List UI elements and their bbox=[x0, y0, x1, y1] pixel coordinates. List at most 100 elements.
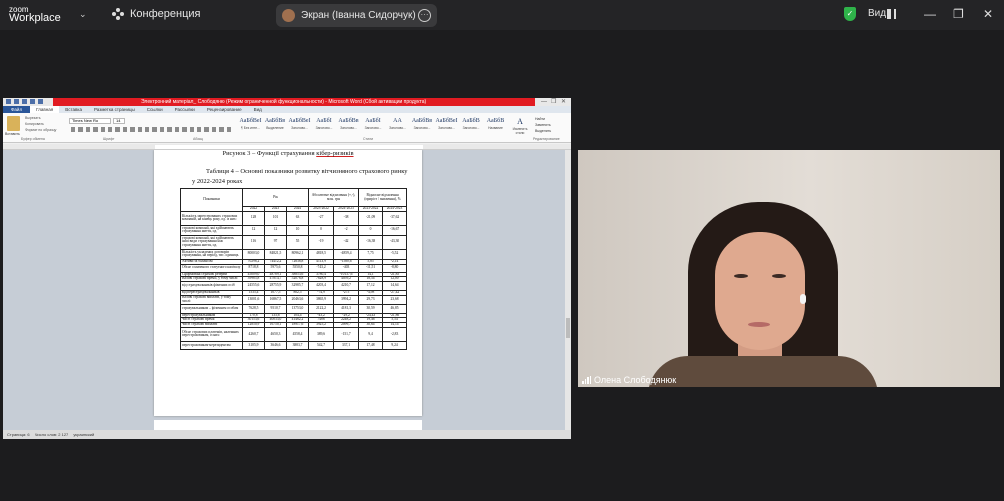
copy-button[interactable]: Копировать bbox=[25, 122, 44, 126]
security-shield-icon[interactable]: ✓ bbox=[844, 7, 856, 21]
row-label: перестраховикам-нерезидентам bbox=[180, 340, 243, 350]
paste-label[interactable]: Вставить bbox=[5, 132, 20, 136]
table-cell: 12 bbox=[264, 224, 287, 236]
word-minimize-icon[interactable]: — bbox=[541, 98, 547, 106]
table-cell: 0 bbox=[308, 224, 335, 236]
screen-share-pill[interactable]: Экран (Іванна Сидорчук) ··· bbox=[276, 4, 437, 27]
participants-icon bbox=[112, 8, 124, 20]
table-row: від страхувальників фізичних осіб 24555,6… bbox=[180, 281, 408, 292]
table-cell: -43,30 bbox=[382, 234, 408, 250]
participant-video[interactable]: Олена Слободянюк bbox=[578, 150, 1000, 387]
table-cell: 46,85 bbox=[382, 303, 408, 314]
share-label: Экран (Іванна Сидорчук) bbox=[301, 10, 416, 21]
tab-review[interactable]: Рецензирование bbox=[201, 106, 248, 113]
chevron-down-icon[interactable]: ⌄ bbox=[79, 9, 87, 20]
tab-references[interactable]: Ссылки bbox=[141, 106, 169, 113]
tab-home[interactable]: Главная bbox=[30, 106, 60, 113]
next-page[interactable] bbox=[154, 420, 422, 430]
quick-access-toolbar[interactable] bbox=[6, 99, 50, 105]
word-title-bar: Электронний матеріал_ Слободяню (Режим о… bbox=[3, 98, 571, 106]
view-button[interactable]: Вид bbox=[868, 8, 886, 19]
table-cell: 63 bbox=[285, 210, 310, 226]
format-painter-button[interactable]: Формат по образцу bbox=[25, 128, 56, 132]
style-item[interactable]: АаБбВв Заголово... bbox=[411, 116, 434, 136]
table-cell: 4818,5 bbox=[308, 248, 335, 260]
view-layout-icon[interactable] bbox=[887, 9, 896, 19]
table-row: перестраховикам-нерезидентам 3105,9 3646,6… bbox=[180, 340, 408, 350]
minimize-icon[interactable]: — bbox=[924, 7, 936, 21]
vertical-scrollbar[interactable] bbox=[565, 150, 571, 430]
group-editing: Редактирование bbox=[533, 137, 560, 141]
row-label: Обсяг страхових платежів, належних перес… bbox=[180, 326, 243, 342]
style-item[interactable]: АаБбВв Выделение bbox=[264, 116, 287, 136]
tab-insert[interactable]: Вставка bbox=[59, 106, 88, 113]
scroll-thumb[interactable] bbox=[566, 318, 570, 338]
table-cell: 12 bbox=[242, 224, 265, 236]
style-item[interactable]: АаБбВв Заголово... bbox=[337, 116, 360, 136]
row-label: Обсяг сплаченого статутного капіталу bbox=[180, 263, 243, 273]
style-item[interactable]: АаБбІ Заголово... bbox=[313, 116, 336, 136]
font-size-input[interactable]: 14 bbox=[113, 118, 125, 124]
table-cell: 128 bbox=[242, 210, 265, 226]
table-cell: 16867,5 bbox=[264, 295, 287, 305]
close-icon[interactable]: ✕ bbox=[983, 7, 993, 21]
table-cell: 8718,8 bbox=[242, 263, 265, 273]
word-window: Электронний матеріал_ Слободяню (Режим о… bbox=[3, 98, 571, 439]
style-item[interactable]: АА Заголово... bbox=[386, 116, 409, 136]
tab-mailings[interactable]: Рассылки bbox=[169, 106, 201, 113]
table-cell: 20463,6 bbox=[285, 295, 310, 305]
col-header-abs: Абсолютне відхилення (+,-), млн. грн bbox=[308, 188, 360, 207]
style-item[interactable]: АаБбВеІ Заголово... bbox=[288, 116, 311, 136]
restore-icon[interactable]: ❐ bbox=[953, 7, 964, 21]
status-page: Страница: 6 bbox=[7, 432, 30, 437]
table-cell: 97 bbox=[264, 234, 287, 250]
table-row: Обсяг страхових платежів, належних перес… bbox=[180, 326, 408, 342]
table-cell: 337,1 bbox=[333, 340, 360, 350]
font-name-input[interactable]: Times New Ro bbox=[69, 118, 111, 124]
word-restore-icon[interactable]: ❐ bbox=[551, 98, 556, 106]
style-item[interactable]: АаБбІ Заголово... bbox=[362, 116, 385, 136]
tab-view[interactable]: Вид bbox=[248, 106, 268, 113]
table-cell: 101 bbox=[264, 210, 287, 226]
table-cell: -5,52 bbox=[382, 248, 408, 260]
table-cell: 80962,1 bbox=[285, 248, 310, 260]
table-cell: 3994,2 bbox=[333, 295, 360, 305]
tab-file[interactable]: Файл bbox=[3, 106, 31, 113]
table-cell: -37,62 bbox=[382, 210, 408, 226]
table-cell: 28755,9 bbox=[264, 281, 287, 292]
table-cell: 389,6 bbox=[308, 326, 335, 342]
table-cell: 32985,7 bbox=[285, 281, 310, 292]
tab-layout[interactable]: Разметка страницы bbox=[88, 106, 141, 113]
style-item[interactable]: АаБбВеІ Заголово... bbox=[435, 116, 458, 136]
earbud bbox=[800, 294, 806, 304]
cut-button[interactable]: Вырезать bbox=[25, 116, 41, 120]
format-tools[interactable] bbox=[71, 127, 231, 134]
table-cell: 542,7 bbox=[308, 340, 335, 350]
style-item[interactable]: АаБбВ Название bbox=[484, 116, 507, 136]
editing-group: Найти Заменить Выделить bbox=[535, 116, 551, 134]
table-cell: -19 bbox=[308, 234, 335, 250]
table-cell: 30,59 bbox=[358, 303, 384, 314]
table-row: Чисті страхові виплати 12850,9 16750,1 1891… bbox=[180, 322, 408, 328]
change-styles-button[interactable]: A Изменить стили bbox=[509, 117, 531, 137]
table-cell: 7628,5 bbox=[242, 303, 265, 314]
meeting-button[interactable]: Конференция bbox=[112, 8, 200, 20]
col-header-years: Рік bbox=[241, 188, 310, 207]
participant-name: Олена Слободянюк bbox=[594, 375, 677, 385]
table-cell: 80003,0 bbox=[242, 248, 265, 260]
participant-name-tag: Олена Слободянюк bbox=[582, 375, 676, 385]
paste-icon[interactable] bbox=[7, 116, 20, 131]
word-close-icon[interactable]: ✕ bbox=[561, 98, 566, 106]
more-icon[interactable]: ··· bbox=[418, 9, 431, 22]
table-cell: 9,4 bbox=[358, 326, 384, 342]
row-label: від страхувальників фізичних осіб bbox=[180, 281, 243, 292]
table-row: Кількість зареєстрованих страхових компа… bbox=[180, 210, 408, 226]
style-item[interactable]: АаБбВеІ ¶ Без инте... bbox=[239, 116, 262, 136]
style-item[interactable]: АаБбВ Заголово... bbox=[460, 116, 483, 136]
table-cell: 4210,7 bbox=[333, 281, 360, 292]
table-cell: 55 bbox=[285, 234, 310, 250]
table-cell: 4260,7 bbox=[242, 326, 265, 342]
select-button[interactable]: Выделить bbox=[535, 128, 551, 134]
document-page[interactable]: Рисунок 3 – Функції страхування кібер-ри… bbox=[154, 150, 422, 416]
table-cell: -2,83 bbox=[382, 326, 408, 342]
